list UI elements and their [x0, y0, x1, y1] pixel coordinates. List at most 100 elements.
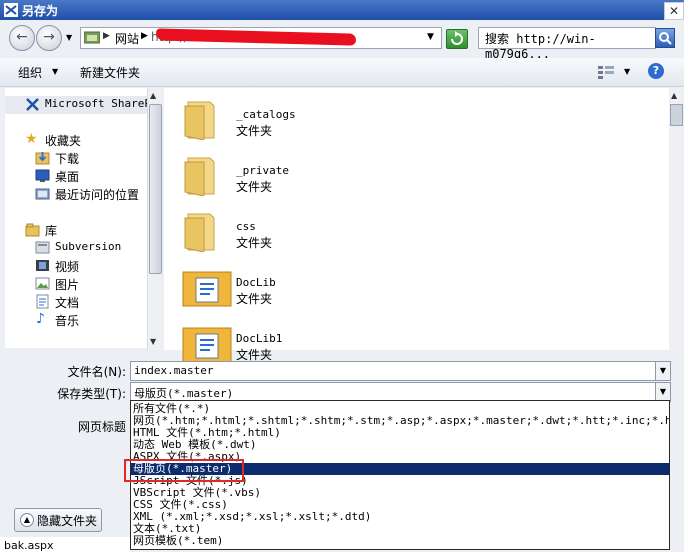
search-icon — [659, 32, 672, 45]
sidebar-item-label: 视频 — [55, 260, 80, 274]
file-type: 文件夹 — [236, 292, 273, 306]
sidebar-item-label: 最近访问的位置 — [55, 188, 140, 202]
filename-value: index.master — [134, 364, 214, 377]
sidebar-item-label: 收藏夹 — [45, 134, 82, 148]
new-folder-button[interactable]: 新建文件夹 — [80, 64, 140, 81]
refresh-button[interactable] — [446, 29, 468, 49]
chevron-down-icon[interactable]: ▼ — [655, 361, 671, 381]
sidebar-item-documents[interactable]: 文档 — [5, 293, 147, 311]
search-button[interactable] — [655, 28, 675, 48]
sidebar-item-desktop[interactable]: 桌面 — [5, 167, 147, 185]
sidebar-item-subversion[interactable]: Subversion — [5, 239, 147, 257]
file-name: css — [236, 220, 256, 233]
sidebar-item-music[interactable]: ♪ 音乐 — [5, 311, 147, 329]
library-icon — [25, 223, 40, 237]
sharepoint-icon — [26, 98, 39, 111]
file-name: DocLib1 — [236, 332, 283, 345]
sidebar-item-favorites[interactable]: ★ 收藏夹 — [5, 131, 147, 149]
close-button[interactable]: ✕ — [664, 2, 684, 20]
scroll-up-icon[interactable]: ▲ — [150, 91, 156, 100]
star-icon: ★ — [25, 131, 38, 147]
download-folder-icon — [35, 152, 50, 165]
filetype-value: 母版页(*.master) — [134, 387, 234, 400]
chevron-down-icon[interactable]: ▼ — [427, 32, 434, 42]
doclib-folder-icon — [182, 271, 232, 307]
folder-icon — [184, 101, 215, 140]
forward-button[interactable]: → — [36, 25, 62, 51]
sidebar-item-label: 桌面 — [55, 170, 80, 184]
sidebar-item-label: Microsoft SharePoint — [45, 97, 147, 110]
recent-pages-dropdown[interactable]: ▼ — [66, 33, 72, 42]
filetype-label: 保存类型(T): — [57, 387, 126, 401]
view-options-icon[interactable] — [598, 65, 614, 79]
back-button[interactable]: ← — [9, 25, 35, 51]
search-input[interactable]: 搜索 http://win-m079q6... — [478, 27, 656, 61]
address-root[interactable]: 网站 — [115, 30, 139, 47]
chevron-right-icon: ▶ — [103, 31, 110, 41]
chevron-down-icon[interactable]: ▼ — [624, 67, 630, 76]
file-list-scrollbar[interactable]: ▲ — [669, 88, 683, 350]
network-folder-icon — [84, 31, 100, 44]
folder-icon — [184, 157, 215, 196]
page-title-label: 网页标题 — [77, 420, 126, 434]
file-item[interactable]: DocLib 文件夹 — [182, 262, 482, 312]
address-bar[interactable]: ▶ 网站 ▶ http://win- ▼ — [80, 27, 442, 49]
sidebar-item-label: 库 — [45, 224, 58, 238]
window-title: 另存为 — [22, 4, 59, 18]
filename-label: 文件名(N): — [67, 365, 126, 379]
folder-icon — [184, 213, 215, 252]
sidebar-item-label: 文档 — [55, 296, 80, 310]
music-icon: ♪ — [36, 311, 45, 327]
sidebar-item-videos[interactable]: 视频 — [5, 257, 147, 275]
organize-menu[interactable]: 组织 — [18, 64, 42, 81]
hide-folders-label: 隐藏文件夹 — [37, 514, 98, 528]
file-item[interactable]: _catalogs 文件夹 — [182, 94, 482, 144]
file-type: 文件夹 — [236, 124, 273, 138]
file-name: _private — [236, 164, 289, 177]
chevron-down-icon[interactable]: ▼ — [52, 67, 58, 76]
background-filename: bak.aspx — [4, 539, 54, 552]
title-bar: 另存为 ✕ — [0, 0, 684, 20]
dropdown-option[interactable]: 网页模板(*.tem) — [133, 535, 223, 547]
scroll-up-icon[interactable]: ▲ — [671, 91, 677, 100]
filename-input[interactable]: index.master — [130, 361, 656, 381]
sidebar-item-sharepoint[interactable]: Microsoft SharePoint — [5, 96, 147, 114]
sidebar-item-label: 下载 — [55, 152, 80, 166]
sidebar-item-downloads[interactable]: 下载 — [5, 149, 147, 167]
scrollbar-thumb[interactable] — [149, 104, 162, 274]
sidebar-item-libraries[interactable]: 库 — [5, 221, 147, 239]
navigation-pane: Microsoft SharePoint ★ 收藏夹 下载 桌面 最近访问的位置… — [5, 88, 147, 348]
sidebar-item-label: Subversion — [55, 240, 122, 253]
hide-folders-button[interactable]: ▲ 隐藏文件夹 — [14, 508, 102, 532]
file-name: DocLib — [236, 276, 276, 289]
doclib-folder-icon — [182, 327, 232, 363]
sidebar-item-pictures[interactable]: 图片 — [5, 275, 147, 293]
video-icon — [36, 260, 49, 271]
file-item[interactable]: _private 文件夹 — [182, 150, 482, 200]
desktop-icon — [35, 169, 50, 182]
subversion-icon — [35, 241, 50, 254]
chevron-right-icon: ▶ — [141, 31, 148, 41]
recent-places-icon — [35, 188, 50, 200]
pictures-icon — [35, 277, 50, 290]
search-placeholder: 搜索 http://win-m079q6... — [485, 32, 596, 61]
chevron-up-icon: ▲ — [20, 513, 34, 527]
file-name: _catalogs — [236, 108, 296, 121]
red-highlight-box — [124, 459, 244, 482]
file-type: 文件夹 — [236, 180, 273, 194]
file-item[interactable]: css 文件夹 — [182, 206, 482, 256]
chevron-down-icon[interactable]: ▼ — [655, 382, 671, 402]
documents-icon — [36, 294, 49, 309]
sidebar-item-recent[interactable]: 最近访问的位置 — [5, 185, 147, 203]
file-list: _catalogs 文件夹 _private 文件夹 css 文件夹 DocLi… — [164, 88, 669, 363]
file-type: 文件夹 — [236, 236, 273, 250]
command-toolbar: 组织 ▼ 新建文件夹 ▼ ? — [0, 58, 684, 87]
sidebar-item-label: 音乐 — [55, 314, 80, 328]
navigation-scrollbar[interactable]: ▲ ▼ — [147, 88, 162, 350]
sharepoint-designer-icon — [4, 3, 18, 17]
help-icon[interactable]: ? — [648, 63, 664, 79]
refresh-icon — [451, 31, 463, 45]
scroll-down-icon[interactable]: ▼ — [150, 337, 156, 346]
filetype-select[interactable]: 母版页(*.master) — [130, 382, 656, 402]
scrollbar-thumb[interactable] — [670, 104, 683, 126]
